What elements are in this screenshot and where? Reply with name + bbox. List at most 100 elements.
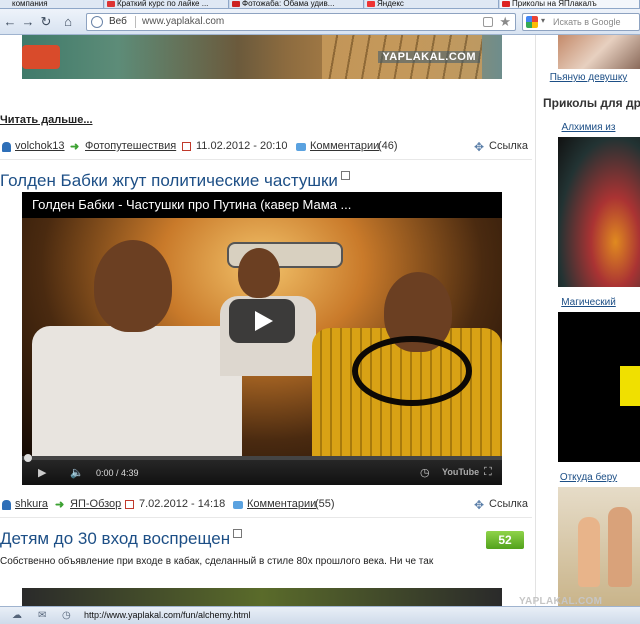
browser-tab-active[interactable]: Приколы на ЯПлакалъ: [500, 0, 640, 8]
sidebar-thumbnail[interactable]: [558, 312, 640, 462]
progress-handle[interactable]: [24, 454, 32, 462]
permalink[interactable]: Ссылка: [489, 498, 528, 510]
volume-icon[interactable]: 🔈: [70, 466, 84, 479]
divider: [135, 16, 136, 28]
comments-count: (55): [315, 498, 335, 510]
play-icon[interactable]: [229, 299, 295, 343]
link-icon: ✥: [474, 498, 485, 512]
figure-shape: [608, 507, 632, 587]
status-url: http://www.yaplakal.com/fun/alchemy.html: [84, 610, 251, 620]
reload-icon[interactable]: ↻: [38, 14, 54, 30]
user-icon: [2, 500, 11, 510]
sidebar-link[interactable]: Откуда беру: [537, 472, 640, 483]
comments-icon: [233, 501, 243, 509]
cloud-icon: ☁: [12, 610, 22, 621]
tab-favicon-icon: [232, 1, 240, 7]
face-shape: [94, 240, 172, 332]
video-time: 0:00 / 4:39: [96, 468, 139, 478]
figure-shape: [578, 517, 600, 587]
comments-count: (46): [378, 140, 398, 152]
youtube-logo[interactable]: YouTube: [442, 467, 479, 477]
comments-link[interactable]: Комментарии: [310, 140, 379, 152]
search-box[interactable]: ▾ Искать в Google: [522, 13, 640, 31]
forward-icon[interactable]: →: [20, 14, 36, 30]
main-column: YAPLAKAL.COM Читать дальше... volchok13 …: [0, 35, 536, 606]
video-title[interactable]: Голден Бабки - Частушки про Путина (каве…: [22, 192, 502, 218]
sidebar-thumbnail[interactable]: [558, 487, 640, 606]
sidebar-heading: Приколы для др: [543, 96, 640, 110]
chevron-down-icon[interactable]: ▾: [541, 16, 545, 25]
post-meta: shkura ➜ ЯП-Обзор 7.02.2012 - 14:18 Комм…: [0, 498, 530, 512]
link-icon: ✥: [474, 140, 485, 154]
address-bar[interactable]: Веб www.yaplakal.com ★: [86, 13, 516, 31]
calendar-icon: [125, 500, 134, 509]
read-more-link[interactable]: Читать дальше...: [0, 114, 93, 126]
browser-tab[interactable]: компания: [0, 0, 104, 8]
sidebar-link[interactable]: Алхимия из: [537, 122, 640, 133]
tab-favicon-icon: [502, 1, 510, 7]
clock-icon[interactable]: ◷: [420, 466, 430, 479]
browser-tab[interactable]: Краткий курс по лайке ...: [105, 0, 229, 8]
divider: [0, 517, 532, 518]
video-controls: [22, 456, 502, 485]
image-watermark: YAPLAKAL.COM: [378, 51, 480, 63]
figure-shape: [32, 326, 242, 456]
comments-link[interactable]: Комментарии: [247, 498, 316, 510]
mail-icon[interactable]: ✉: [38, 610, 46, 621]
browser-tab[interactable]: Фотожаба: Обама удив...: [230, 0, 364, 8]
author-link[interactable]: volchok13: [15, 140, 65, 152]
comments-icon: [296, 143, 306, 151]
post-description: Собственно объявление при входе в кабак,…: [0, 556, 434, 567]
post-image[interactable]: YAPLAKAL.COM: [22, 35, 502, 79]
tab-favicon-icon: [107, 1, 115, 7]
tab-label: Фотожаба: Обама удив...: [242, 0, 335, 8]
tab-favicon-icon: [367, 1, 375, 7]
section-link[interactable]: ЯП-Обзор: [70, 498, 121, 510]
post-title[interactable]: Детям до 30 вход воспрещен: [0, 529, 243, 549]
fullscreen-icon[interactable]: ⛶: [484, 466, 492, 479]
external-window-icon[interactable]: [340, 171, 350, 180]
face-shape: [238, 248, 280, 298]
sidebar-thumbnail[interactable]: [558, 35, 640, 69]
search-placeholder: Искать в Google: [553, 17, 621, 27]
post-image[interactable]: [22, 588, 502, 606]
tab-label: Яндекс: [377, 0, 404, 8]
video-progress-bar[interactable]: [22, 456, 502, 460]
page-action-icon[interactable]: [483, 17, 493, 27]
sidebar: Пьяную девушку Приколы для др Алхимия из…: [537, 35, 640, 606]
post-title-text: Детям до 30 вход воспрещен: [0, 529, 231, 548]
external-window-icon[interactable]: [233, 529, 243, 538]
search-mode-label: Веб: [109, 16, 127, 27]
back-icon[interactable]: ←: [2, 14, 18, 30]
tab-label: Приколы на ЯПлакалъ: [512, 0, 597, 8]
post-date: 11.02.2012 - 20:10: [196, 140, 288, 152]
browser-tab[interactable]: Яндекс: [365, 0, 499, 8]
browser-toolbar: ← → ↻ ⌂ Веб www.yaplakal.com ★ ▾ Искать …: [0, 9, 640, 35]
permalink[interactable]: Ссылка: [489, 140, 528, 152]
post-meta: volchok13 ➜ Фотопутешествия 11.02.2012 -…: [0, 140, 530, 154]
tab-label: Краткий курс по лайке ...: [117, 0, 209, 8]
boat-shape: [22, 45, 60, 69]
question-mark-shape: [620, 366, 640, 406]
post-title[interactable]: Голден Бабки жгут политические частушки: [0, 171, 350, 191]
tab-label: компания: [12, 0, 48, 8]
sidebar-thumbnail[interactable]: [558, 137, 640, 287]
tab-strip: компания Краткий курс по лайке ... Фотож…: [0, 0, 640, 9]
calendar-icon: [182, 142, 191, 151]
author-link[interactable]: shkura: [15, 498, 48, 510]
section-link[interactable]: Фотопутешествия: [85, 140, 176, 152]
clock-icon[interactable]: ◷: [62, 610, 71, 621]
home-icon[interactable]: ⌂: [60, 14, 76, 30]
sidebar-link[interactable]: Пьяную девушку: [537, 72, 640, 83]
bookmark-star-icon[interactable]: ★: [499, 14, 511, 30]
video-player[interactable]: Голден Бабки - Частушки про Путина (каве…: [22, 192, 502, 485]
sidebar-link[interactable]: Магический: [537, 297, 640, 308]
play-small-icon[interactable]: ▶: [38, 466, 46, 479]
google-icon: [526, 16, 538, 28]
section-arrow-icon: ➜: [70, 141, 80, 153]
page-content: YAPLAKAL.COM Читать дальше... volchok13 …: [0, 35, 640, 606]
divider: [0, 159, 532, 160]
user-icon: [2, 142, 11, 152]
globe-icon: [91, 16, 103, 28]
rating-badge[interactable]: 52: [486, 531, 524, 549]
